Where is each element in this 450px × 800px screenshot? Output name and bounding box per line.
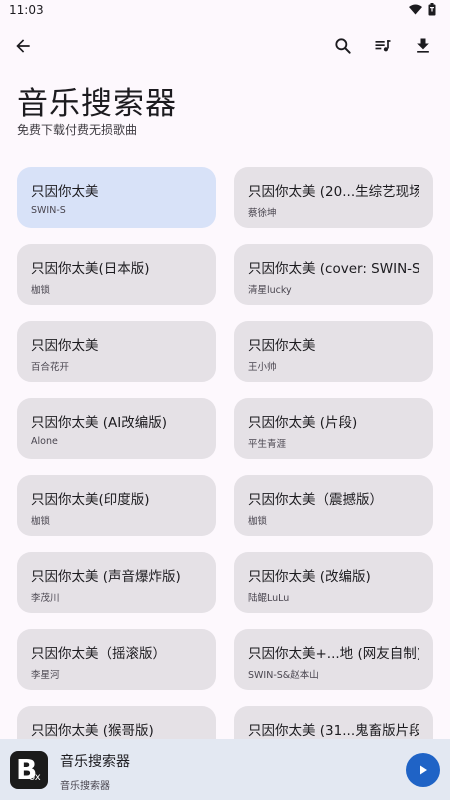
song-title: 只因你太美 (AI改编版) — [31, 415, 168, 431]
song-title: 只因你太美 — [31, 338, 99, 354]
download-button[interactable] — [409, 32, 437, 60]
song-title: 只因你太美（震撼版） — [248, 492, 383, 508]
song-title: 只因你太美 — [31, 184, 99, 200]
song-title: 只因你太美 (20...生综艺现场) — [248, 184, 419, 200]
song-artist: 李星河 — [31, 670, 60, 681]
wifi-icon — [409, 4, 422, 15]
mini-player[interactable]: B ox 音乐搜索器 音乐搜索器 — [0, 739, 450, 800]
song-card[interactable]: 只因你太美 (20...生综艺现场) 蔡徐坤 — [234, 167, 433, 228]
song-artist: Alone — [31, 436, 58, 447]
status-bar: 11:03 — [0, 0, 450, 22]
song-artist: 百合花开 — [31, 362, 70, 373]
song-artist: 枷锁 — [31, 285, 51, 296]
battery-icon — [428, 3, 436, 16]
song-card[interactable]: 只因你太美 (片段) 平生青涯 — [234, 398, 433, 459]
player-subtitle: 音乐搜索器 — [60, 781, 110, 792]
song-title: 只因你太美 (31...鬼畜版片段) — [248, 723, 419, 739]
download-icon — [417, 38, 429, 53]
page-subtitle: 免费下载付费无损歌曲 — [17, 123, 138, 137]
search-button[interactable] — [329, 32, 357, 60]
play-button[interactable] — [406, 753, 440, 787]
song-card[interactable]: 只因你太美(日本版) 枷锁 — [17, 244, 216, 305]
song-artist: 枷锁 — [248, 516, 268, 527]
arrow-back-icon — [16, 39, 30, 53]
song-artist: SWIN-S — [31, 205, 66, 216]
song-card[interactable]: 只因你太美（震撼版） 枷锁 — [234, 475, 433, 536]
song-card[interactable]: 只因你太美 百合花开 — [17, 321, 216, 382]
album-art: B ox — [10, 751, 48, 789]
song-title: 只因你太美 (猴哥版) — [31, 723, 154, 739]
song-artist: 枷锁 — [31, 516, 51, 527]
song-title: 只因你太美(日本版) — [31, 261, 150, 277]
status-time: 11:03 — [9, 3, 44, 17]
album-art-suffix: ox — [29, 772, 41, 783]
song-card[interactable]: 只因你太美 (声音爆炸版) 李茂川 — [17, 552, 216, 613]
song-title: 只因你太美 (声音爆炸版) — [31, 569, 181, 585]
song-artist: 蔡徐坤 — [248, 208, 277, 219]
song-artist: 陆鲲LuLu — [248, 593, 290, 604]
song-title: 只因你太美（摇滚版） — [31, 646, 166, 662]
song-grid: 只因你太美 SWIN-S 只因你太美 (20...生综艺现场) 蔡徐坤 只因你太… — [17, 167, 433, 767]
song-artist: SWIN-S&赵本山 — [248, 670, 319, 681]
status-icons — [409, 3, 436, 16]
song-artist: 平生青涯 — [248, 439, 287, 450]
song-title: 只因你太美 — [248, 338, 316, 354]
play-icon — [420, 765, 427, 775]
song-card[interactable]: 只因你太美(印度版) 枷锁 — [17, 475, 216, 536]
song-artist: 李茂川 — [31, 593, 60, 604]
song-title: 只因你太美 (改编版) — [248, 569, 371, 585]
song-title: 只因你太美 (cover: SWIN-S) — [248, 261, 419, 277]
song-card[interactable]: 只因你太美 SWIN-S — [17, 167, 216, 228]
queue-music-icon — [375, 40, 391, 52]
player-title: 音乐搜索器 — [60, 754, 130, 770]
playlist-button[interactable] — [369, 32, 397, 60]
song-card[interactable]: 只因你太美（摇滚版） 李星河 — [17, 629, 216, 690]
song-card[interactable]: 只因你太美 (AI改编版) Alone — [17, 398, 216, 459]
song-artist: 王小帅 — [248, 362, 277, 373]
song-card[interactable]: 只因你太美 王小帅 — [234, 321, 433, 382]
song-title: 只因你太美(印度版) — [31, 492, 150, 508]
song-card[interactable]: 只因你太美 (cover: SWIN-S) 清星lucky — [234, 244, 433, 305]
song-title: 只因你太美+...地 (网友自制) — [248, 646, 419, 662]
back-button[interactable] — [9, 32, 37, 60]
top-app-bar — [0, 28, 450, 64]
song-artist: 清星lucky — [248, 285, 292, 296]
page-title: 音乐搜索器 — [17, 86, 177, 122]
song-card[interactable]: 只因你太美+...地 (网友自制) SWIN-S&赵本山 — [234, 629, 433, 690]
song-title: 只因你太美 (片段) — [248, 415, 358, 431]
song-card[interactable]: 只因你太美 (改编版) 陆鲲LuLu — [234, 552, 433, 613]
search-icon — [335, 38, 351, 54]
